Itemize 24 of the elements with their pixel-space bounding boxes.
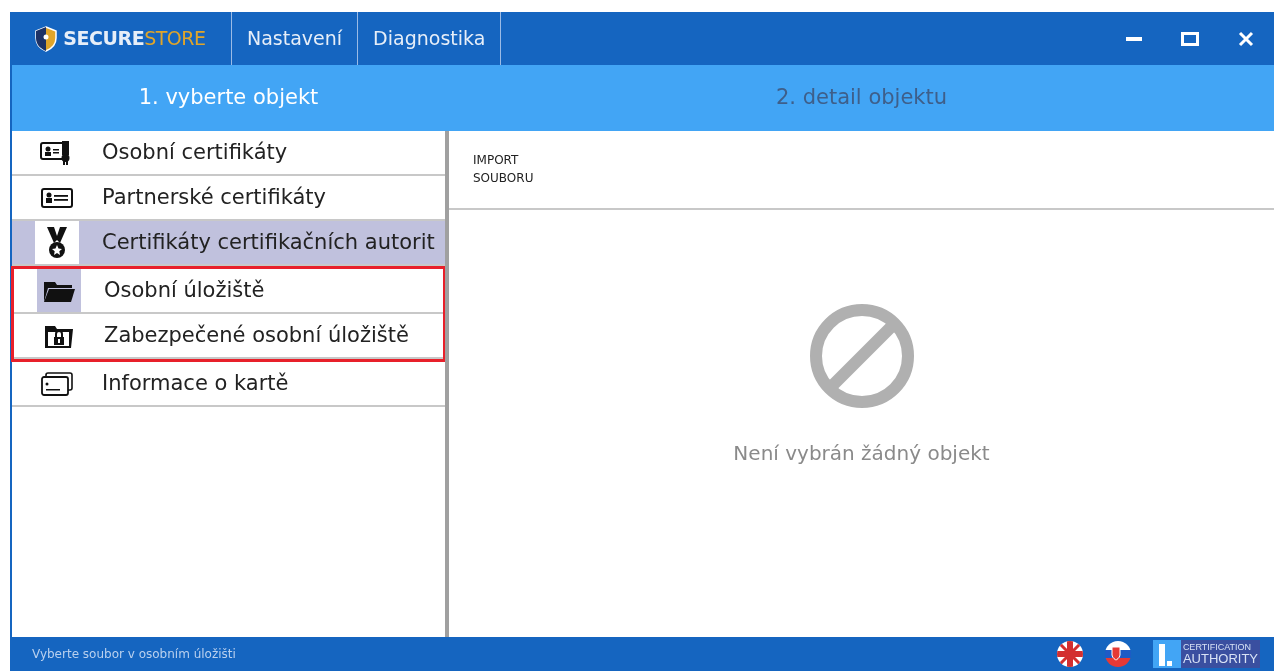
object-list-item[interactable]: Osobní úložiště	[14, 269, 443, 314]
authority-logo-mark	[1152, 640, 1181, 668]
flag-icon	[1104, 641, 1131, 667]
authority-logo-text: AUTHORITY	[1182, 652, 1258, 666]
empty-state-message: Není vybrán žádný objekt	[733, 440, 990, 467]
no-entry-icon	[807, 302, 916, 410]
object-label: Osobní úložiště	[104, 276, 265, 304]
authority-logo-text: CERTIFICATION	[1182, 642, 1253, 652]
step-header: 2. detail objektu	[449, 65, 1274, 131]
object-label: Partnerské certifikáty	[102, 183, 326, 211]
flag-icon	[1056, 641, 1083, 667]
cards-icon	[40, 370, 74, 397]
shield-icon	[35, 25, 58, 52]
close-icon	[1238, 30, 1254, 47]
status-message: Vyberte soubor v osobním úložišti	[32, 646, 236, 663]
object-list-item[interactable]: Certifikáty certifikačních autorit	[12, 221, 445, 266]
object-label: Informace o kartě	[102, 369, 289, 397]
object-label: Zabezpečené osobní úložiště	[104, 321, 409, 349]
app-logo: SECURESTORE	[63, 26, 206, 52]
object-label: Osobní certifikáty	[102, 138, 288, 166]
import-button[interactable]: IMPORT SOUBORU	[473, 151, 553, 187]
step-header: 1. vyberte objekt	[12, 65, 445, 131]
object-label: Certifikáty certifikačních autorit	[102, 228, 435, 256]
medal-icon	[44, 225, 70, 260]
